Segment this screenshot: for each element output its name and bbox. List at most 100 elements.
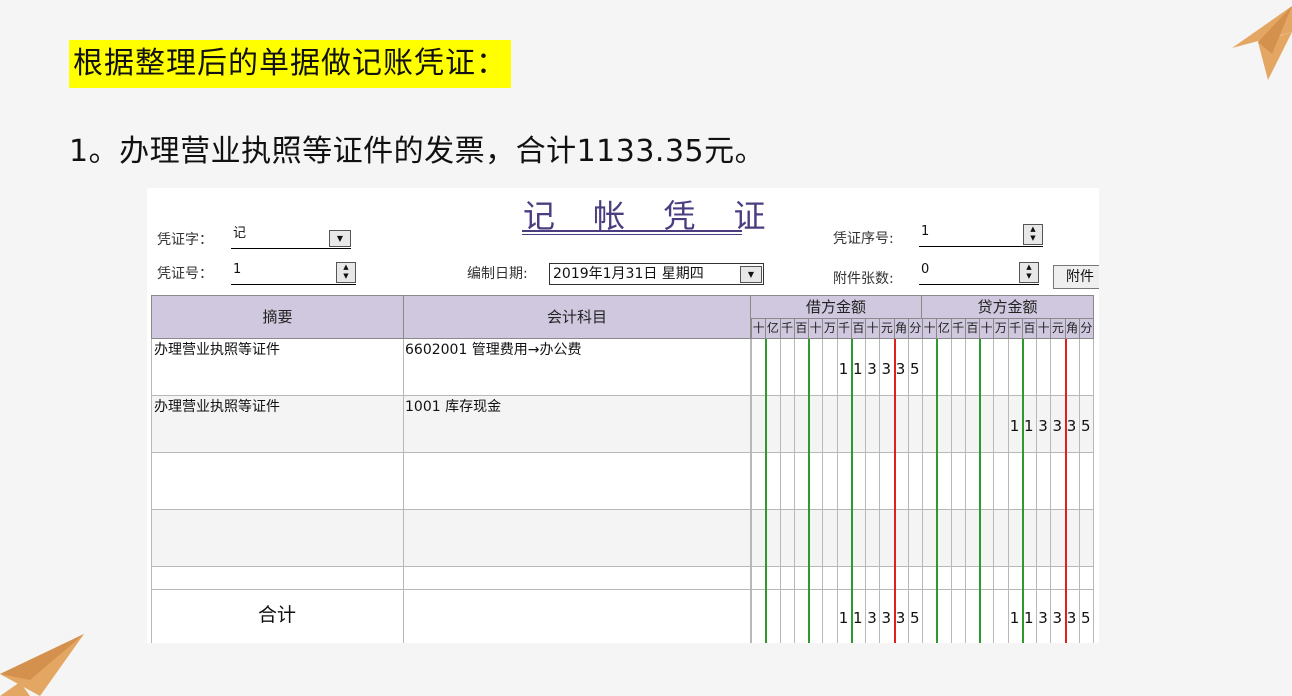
credit-unit-header: 角 xyxy=(1064,318,1080,339)
voucher-number-label: 凭证号： xyxy=(157,266,213,282)
digit-column-line xyxy=(936,339,939,643)
credit-unit-header: 千 xyxy=(1007,318,1023,339)
digit-column-line xyxy=(879,339,881,643)
total-row: 合计 1 1 3 3 3 5 1 1 3 3 3 5 xyxy=(151,590,1094,643)
voucher-date-value: 2019年1月31日 星期四 xyxy=(553,266,704,282)
chevron-down-icon[interactable]: ▼ xyxy=(329,230,351,247)
debit-unit-header: 元 xyxy=(879,318,895,339)
digit-column-line xyxy=(808,339,810,643)
digit-column-line xyxy=(779,339,781,643)
voucher-attach-stepper[interactable]: 0 ▲ ▼ xyxy=(919,262,1039,285)
credit-unit-header: 亿 xyxy=(936,318,952,339)
credit-unit-header: 万 xyxy=(993,318,1009,339)
digit-column-line xyxy=(1036,339,1037,643)
digit-column-line xyxy=(1021,339,1024,643)
voucher-seq-value: 1 xyxy=(921,224,930,239)
debit-amount-digit: 3 xyxy=(881,360,892,378)
credit-amount-digit: 3 xyxy=(1038,609,1048,627)
debit-unit-header: 千 xyxy=(779,318,795,339)
paper-plane-icon xyxy=(1228,2,1292,80)
summary-cell[interactable] xyxy=(151,453,404,509)
summary-cell[interactable] xyxy=(151,510,404,566)
digit-column-line xyxy=(964,339,966,643)
debit-amount-digit: 1 xyxy=(852,609,863,627)
total-label: 合计 xyxy=(257,604,296,626)
table-row[interactable] xyxy=(151,510,1094,567)
credit-amount-digit: 3 xyxy=(1052,609,1063,627)
summary-cell[interactable] xyxy=(151,567,404,589)
summary-cell[interactable]: 办理营业执照等证件 xyxy=(151,339,404,395)
debit-unit-header: 千 xyxy=(836,318,852,339)
credit-unit-header: 十 xyxy=(1036,318,1052,339)
chevron-down-icon[interactable]: ▼ xyxy=(740,266,762,283)
header-credit: 贷方金额 xyxy=(921,295,1094,319)
voucher-attach-value: 0 xyxy=(921,262,930,277)
table-row[interactable]: 办理营业执照等证件 1001 库存现金 1 1 3 3 3 5 xyxy=(151,396,1094,453)
title-underline xyxy=(522,230,742,232)
voucher-grid: 摘要 会计科目 借方金额 贷方金额 十亿千百十万千百十元角分十亿千百十万千百十元… xyxy=(151,295,1097,643)
digit-column-line xyxy=(1078,339,1080,643)
account-cell[interactable]: 1001 库存现金 xyxy=(403,396,751,452)
attach-button[interactable]: 附件 xyxy=(1053,265,1099,289)
debit-amount-digit: 3 xyxy=(895,609,906,627)
credit-unit-header: 元 xyxy=(1050,318,1066,339)
credit-amount-digit: 1 xyxy=(1023,609,1034,627)
credit-amount-digit: 5 xyxy=(1080,609,1091,627)
credit-unit-header: 千 xyxy=(950,318,966,339)
voucher-date-label: 编制日期: xyxy=(467,266,528,282)
debit-unit-header: 亿 xyxy=(765,318,781,339)
spin-arrows-icon[interactable]: ▲ ▼ xyxy=(1023,224,1043,245)
debit-unit-header: 百 xyxy=(793,318,809,339)
table-row[interactable] xyxy=(151,567,1094,590)
digit-column-line xyxy=(1007,339,1009,643)
digit-column-line xyxy=(765,339,768,643)
account-cell[interactable] xyxy=(403,453,751,509)
credit-amount-digit: 1 xyxy=(1009,417,1020,435)
spin-arrows-icon[interactable]: ▲ ▼ xyxy=(336,262,356,283)
credit-unit-header: 百 xyxy=(964,318,980,339)
voucher-number-stepper[interactable]: 1 ▲ ▼ xyxy=(231,262,356,285)
credit-unit-header: 百 xyxy=(1021,318,1037,339)
account-cell[interactable] xyxy=(403,567,751,589)
digit-column-line xyxy=(979,339,981,643)
debit-unit-header: 百 xyxy=(850,318,866,339)
credit-amount-digit: 3 xyxy=(1066,417,1077,435)
credit-amount-digit: 3 xyxy=(1066,609,1077,627)
voucher-word-select[interactable]: 记 ▼ xyxy=(231,226,351,249)
credit-amount-digit: 5 xyxy=(1080,417,1091,435)
table-row[interactable]: 办理营业执照等证件 6602001 管理费用→办公费 1 1 3 3 3 5 xyxy=(151,339,1094,396)
debit-amount-digit: 5 xyxy=(909,609,920,627)
voucher-attach-label: 附件张数: xyxy=(833,271,894,287)
voucher-screenshot: 记 帐 凭 证 凭证字： 记 ▼ 凭证序号: 1 ▲ ▼ 凭证号： 1 ▲ ▼ 编制… xyxy=(147,188,1099,643)
digit-column-line xyxy=(950,339,952,643)
summary-cell[interactable]: 办理营业执照等证件 xyxy=(151,396,404,452)
debit-unit-header: 十 xyxy=(865,318,881,339)
account-cell[interactable]: 6602001 管理费用→办公费 xyxy=(403,339,751,395)
paper-plane-icon xyxy=(0,634,84,696)
digit-column-line xyxy=(893,339,896,643)
debit-unit-header: 角 xyxy=(893,318,909,339)
digit-column-line xyxy=(793,339,795,643)
title-underline xyxy=(522,234,742,235)
credit-unit-header: 十 xyxy=(922,318,938,339)
digit-column-line xyxy=(922,339,923,643)
digit-column-line xyxy=(1050,339,1052,643)
debit-unit-header: 分 xyxy=(907,318,923,339)
voucher-seq-stepper[interactable]: 1 ▲ ▼ xyxy=(919,224,1043,247)
credit-amount-digit: 1 xyxy=(1009,609,1020,627)
debit-amount-digit: 1 xyxy=(838,360,849,378)
digit-column-line xyxy=(1093,339,1094,643)
debit-amount-digit: 1 xyxy=(852,360,863,378)
table-row[interactable] xyxy=(151,453,1094,510)
credit-amount-digit: 3 xyxy=(1038,417,1048,435)
voucher-number-value: 1 xyxy=(233,262,242,277)
credit-unit-header: 分 xyxy=(1078,318,1094,339)
spin-arrows-icon[interactable]: ▲ ▼ xyxy=(1019,262,1039,283)
voucher-word-label: 凭证字： xyxy=(157,232,213,248)
debit-unit-header: 十 xyxy=(751,318,767,339)
account-cell[interactable] xyxy=(403,510,751,566)
digit-column-line xyxy=(865,339,866,643)
digit-column-line xyxy=(822,339,824,643)
digit-column-line xyxy=(1064,339,1067,643)
voucher-date-picker[interactable]: 2019年1月31日 星期四 ▼ xyxy=(549,263,764,285)
